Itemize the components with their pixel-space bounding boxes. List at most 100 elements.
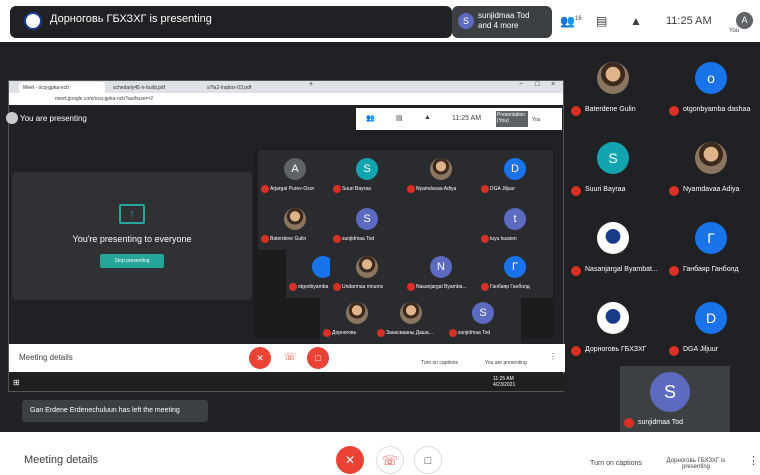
participant-name: Suuri Bayraa: [585, 186, 626, 193]
mic-muted-icon: [333, 235, 341, 243]
avatar: D: [695, 302, 727, 334]
inner-bottom-bar: Meeting details ✕ ☏ □ Turn on captions Y…: [9, 344, 565, 372]
camera-button[interactable]: □: [414, 446, 442, 474]
more-options-icon[interactable]: ⋮: [549, 352, 557, 361]
people-icon[interactable]: 👥16: [560, 14, 582, 28]
participant-name: Nyamdavaa Adiya: [416, 186, 457, 192]
mic-off-button[interactable]: ✕: [336, 446, 364, 474]
avatar: S: [356, 158, 378, 180]
participant-tile[interactable]: S Suuri Bayraa: [330, 150, 405, 200]
avatar: t: [504, 208, 526, 230]
chat-icon[interactable]: ▤: [596, 14, 607, 28]
participant-tile[interactable]: A Arjargal Purev-Osor: [258, 150, 333, 200]
camera-off-button[interactable]: □: [307, 347, 329, 369]
participant-tile[interactable]: Занасвааны Даша...: [374, 294, 449, 344]
participant-tile[interactable]: Nyamdavaa Adiya: [665, 128, 759, 206]
participant-tile[interactable]: D DGA Jiljuur: [478, 150, 553, 200]
active-speaker-tile[interactable]: Ssunjidmaa Tod: [620, 366, 730, 432]
avatar: S: [597, 142, 629, 174]
more-options-icon[interactable]: ⋮: [748, 454, 759, 467]
participant-name: Ганбаяр Ганболд: [490, 284, 530, 290]
participant-tile[interactable]: Baterdene Gulin: [258, 200, 333, 250]
mic-muted-icon: [323, 329, 331, 337]
close-icon[interactable]: ×: [551, 81, 555, 88]
participant-tile[interactable]: Г Ганбаяр Ганболд: [478, 248, 553, 298]
people-icon: 👥: [366, 115, 375, 122]
tab-meet[interactable]: Meet - ocq-gpka-ncb: [19, 82, 105, 93]
minimize-icon[interactable]: −: [519, 81, 523, 88]
tab-pdf-2[interactable]: s7fa2-inqbox-03.pdf: [203, 82, 293, 93]
mic-muted-icon: [669, 266, 679, 276]
participant-name: otgonbyamba: [298, 284, 329, 290]
avatar: S: [356, 208, 378, 230]
chat-icon: ▤: [396, 115, 403, 122]
mic-off-button[interactable]: ✕: [249, 347, 271, 369]
participant-name: Дорноговь: [332, 330, 357, 336]
avatar: [695, 142, 727, 174]
participant-name: otgonbyamba dashaa: [683, 106, 751, 113]
mic-muted-icon: [481, 283, 489, 291]
participant-tile[interactable]: Г Ганбаяр Ганболд: [665, 208, 759, 286]
participant-tile[interactable]: [404, 200, 479, 250]
mic-muted-icon: [261, 185, 269, 193]
turn-on-captions-label[interactable]: Turn on captions: [421, 360, 458, 366]
participant-name: Nasanjargal Byambat...: [585, 266, 658, 273]
participant-tile[interactable]: N Nasanjargal Byamba...: [404, 248, 479, 298]
participant-name: Baterdene Gulin: [585, 106, 636, 113]
mic-muted-icon: [449, 329, 457, 337]
participant-name: Nasanjargal Byamba...: [416, 284, 467, 290]
meeting-details-button[interactable]: Meeting details: [24, 454, 98, 466]
activities-icon[interactable]: ▲: [630, 14, 642, 28]
participant-tile[interactable]: Ssunjidmaa Tod: [446, 294, 521, 344]
participant-tile[interactable]: Nasanjargal Byambat...: [567, 208, 661, 286]
participant-name: Undarmaa mnums: [342, 284, 384, 290]
participant-name: sunjidmaa Tod: [458, 330, 491, 336]
windows-start-icon[interactable]: ⊞: [13, 378, 20, 387]
windows-taskbar: ⊞ 11:25 AM 4/23/2021: [9, 375, 565, 391]
participant-tile[interactable]: S Suuri Bayraa: [567, 128, 661, 206]
avatar: D: [504, 158, 526, 180]
participant-tile[interactable]: D DGA Jiljuur: [665, 288, 759, 366]
mic-muted-icon: [333, 283, 341, 291]
inner-presentation-thumb: Presentation (You): [496, 111, 528, 127]
you-are-presenting-button[interactable]: You are presenting: [485, 360, 527, 366]
mic-muted-icon: [407, 185, 415, 193]
participant-tile[interactable]: o otgonbyamba dashaa: [665, 48, 759, 126]
participant-name: Arjargal Purev-Osor: [270, 186, 315, 192]
participant-tile[interactable]: Undarmaa mnums: [330, 248, 405, 298]
avatar: S: [472, 302, 494, 324]
mic-muted-icon: [571, 186, 581, 196]
present-icon: [6, 112, 18, 124]
presenting-button[interactable]: Дорноговь ГБХЗХГ is presenting: [664, 458, 728, 470]
new-tab-icon[interactable]: +: [309, 81, 313, 88]
mic-muted-icon: [261, 235, 269, 243]
top-bar: Дорноговь ГБХЗХГ is presenting S sunjidm…: [0, 0, 760, 42]
bottom-bar: Meeting details ✕ ☏ □ Turn on captions Д…: [0, 432, 760, 474]
browser-tabs: Meet - ocq-gpka-ncb schedarly45-n-build.…: [9, 81, 563, 93]
participant-tile[interactable]: Ssunjidmaa Tod: [330, 200, 405, 250]
participant-tile[interactable]: Дорноговь ГБХЗХГ: [567, 288, 661, 366]
chip-more: and 4 more: [478, 21, 519, 30]
participant-tile[interactable]: Nyamdavaa Adiya: [404, 150, 479, 200]
participant-name: Дорноговь ГБХЗХГ: [585, 346, 647, 353]
avatar: [597, 302, 629, 334]
participants-chip[interactable]: S sunjidmaa Tod and 4 more: [452, 6, 552, 38]
mic-muted-icon: [669, 186, 679, 196]
participant-name: DGA Jiljuur: [683, 346, 719, 353]
address-bar[interactable]: meet.google.com/ocq-gpka-ncb?authuser=2: [9, 93, 563, 105]
hang-up-button[interactable]: ☏: [279, 347, 301, 369]
turn-on-captions-button[interactable]: Turn on captions: [586, 460, 646, 467]
participant-name: Занасвааны Даша...: [386, 330, 433, 336]
avatar[interactable]: A: [736, 12, 753, 29]
avatar: [597, 222, 629, 254]
tab-pdf-1[interactable]: schedarly45-n-build.pdf: [109, 82, 199, 93]
avatar: Г: [695, 222, 727, 254]
presenter-logo: [24, 12, 42, 30]
meeting-details-label[interactable]: Meeting details: [19, 353, 73, 362]
avatar: o: [695, 62, 727, 94]
maximize-icon[interactable]: □: [535, 81, 539, 88]
participant-tile[interactable]: Baterdene Gulin: [567, 48, 661, 126]
hang-up-button[interactable]: ☏: [376, 446, 404, 474]
stop-presenting-button[interactable]: Stop presenting: [100, 254, 164, 268]
participant-tile[interactable]: t tuyu tsusien: [478, 200, 553, 250]
